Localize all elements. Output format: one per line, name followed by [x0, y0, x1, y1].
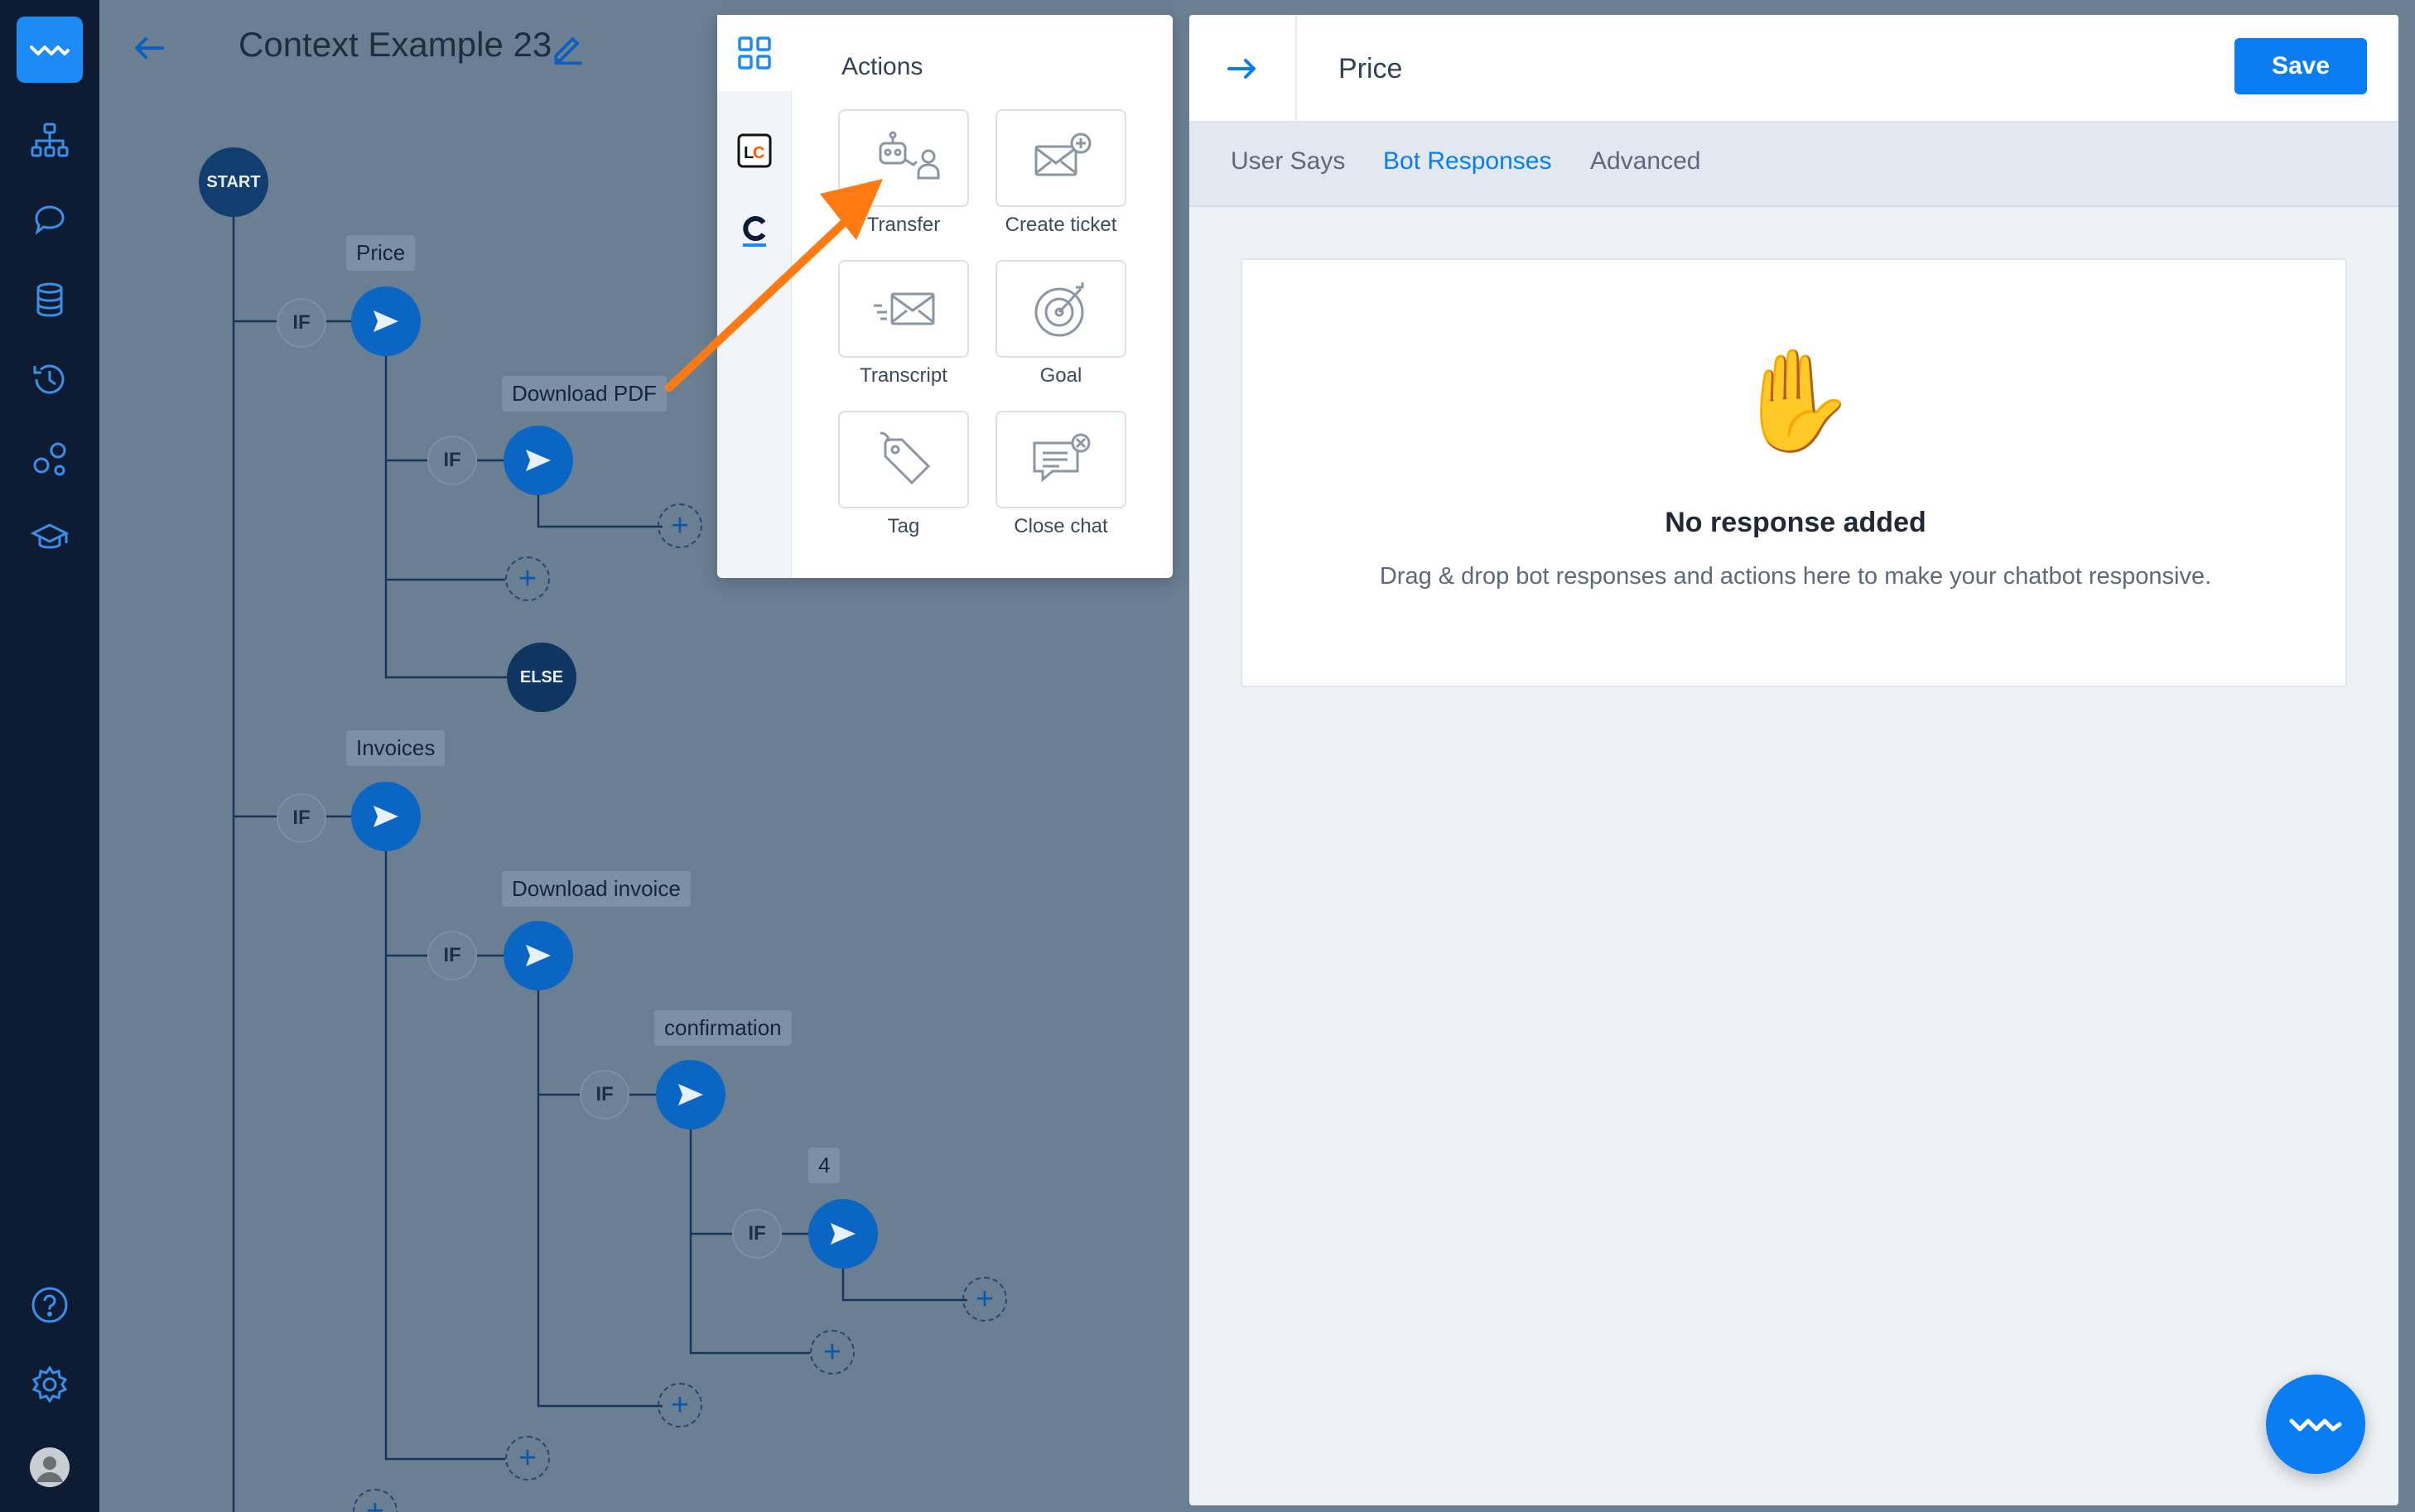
- send-icon: [831, 1223, 856, 1245]
- tab-advanced[interactable]: Advanced: [1590, 147, 1700, 176]
- action-label-tag: Tag: [887, 515, 920, 537]
- action-label-close-chat: Close chat: [1014, 515, 1108, 537]
- add-node-button[interactable]: +: [505, 556, 550, 601]
- message-node-invoices[interactable]: [351, 782, 421, 851]
- action-label-transfer: Transfer: [866, 214, 941, 236]
- node-label-4[interactable]: 4: [808, 1148, 841, 1183]
- action-create-ticket[interactable]: [995, 109, 1126, 207]
- actions-rail: LC: [717, 15, 792, 578]
- tag-icon: [880, 431, 931, 485]
- goal-icon: [1034, 282, 1084, 337]
- chatbot-c-icon[interactable]: [717, 192, 792, 268]
- panel-title: Price: [1338, 53, 1403, 84]
- chat-widget-button[interactable]: [2266, 1375, 2365, 1474]
- message-node-download-pdf[interactable]: [504, 426, 573, 495]
- node-editor-panel: Price Save User Says Bot Responses Advan…: [1189, 15, 2398, 1505]
- livechat-icon[interactable]: LC: [717, 113, 792, 189]
- action-goal[interactable]: [995, 260, 1126, 358]
- send-icon: [374, 311, 398, 332]
- empty-state-subtitle: Drag & drop bot responses and actions he…: [1379, 563, 2212, 590]
- add-node-button[interactable]: +: [658, 1383, 702, 1428]
- raised-hand-icon: ✋: [1733, 345, 1858, 456]
- save-button[interactable]: Save: [2234, 38, 2367, 94]
- if-node[interactable]: IF: [278, 300, 325, 346]
- if-node[interactable]: IF: [581, 1071, 628, 1118]
- action-transcript[interactable]: [838, 260, 969, 358]
- message-node-price[interactable]: [351, 287, 421, 356]
- create-ticket-icon: [1034, 132, 1092, 176]
- send-icon: [526, 450, 551, 471]
- action-close-chat[interactable]: [995, 411, 1126, 508]
- if-node[interactable]: IF: [734, 1211, 780, 1257]
- node-label-confirmation[interactable]: confirmation: [654, 1010, 792, 1046]
- node-label-invoices[interactable]: Invoices: [346, 730, 446, 766]
- responses-drop-zone[interactable]: ✋ No response added Drag & drop bot resp…: [1241, 258, 2347, 687]
- start-node[interactable]: START: [199, 147, 268, 217]
- action-tag[interactable]: [838, 411, 969, 508]
- message-node-4[interactable]: [808, 1199, 878, 1269]
- send-icon: [526, 945, 551, 966]
- transcript-icon: [874, 292, 935, 325]
- send-icon: [374, 806, 398, 827]
- if-node[interactable]: IF: [278, 795, 325, 841]
- else-node[interactable]: ELSE: [507, 643, 576, 712]
- message-node-download-invoice[interactable]: [504, 921, 573, 990]
- add-node-button[interactable]: +: [962, 1277, 1007, 1322]
- grid-icon[interactable]: [717, 15, 792, 91]
- collapse-panel-button[interactable]: [1189, 15, 1297, 123]
- add-node-button[interactable]: +: [810, 1330, 855, 1375]
- action-label-goal: Goal: [1039, 364, 1082, 387]
- empty-state-title: No response added: [1665, 507, 1926, 538]
- add-node-button[interactable]: +: [658, 503, 702, 548]
- action-transfer[interactable]: [838, 109, 969, 207]
- arrow-right-icon: [1227, 59, 1256, 79]
- action-label-create-ticket: Create ticket: [1005, 214, 1117, 236]
- node-label-price[interactable]: Price: [346, 235, 416, 271]
- svg-text:C: C: [753, 144, 764, 162]
- node-label-download-pdf[interactable]: Download PDF: [502, 376, 667, 412]
- add-node-button[interactable]: +: [505, 1436, 550, 1481]
- panel-tabs: User Says Bot Responses Advanced: [1189, 123, 2398, 207]
- chat-logo-icon: [2289, 1418, 2342, 1432]
- if-node[interactable]: IF: [429, 437, 475, 484]
- tab-user-says[interactable]: User Says: [1231, 147, 1345, 176]
- transfer-icon: [879, 131, 940, 180]
- tab-bot-responses[interactable]: Bot Responses: [1383, 147, 1551, 176]
- close-chat-icon: [1033, 433, 1091, 483]
- node-label-download-invoice[interactable]: Download invoice: [502, 871, 691, 907]
- actions-panel: LC Actions Transfer Create ticket Transc…: [717, 15, 1173, 578]
- send-icon: [678, 1084, 703, 1105]
- message-node-confirmation[interactable]: [656, 1060, 725, 1129]
- actions-title: Actions: [841, 53, 923, 80]
- panel-header: Price Save: [1189, 15, 2398, 123]
- if-node[interactable]: IF: [429, 932, 475, 979]
- action-label-transcript: Transcript: [860, 364, 947, 387]
